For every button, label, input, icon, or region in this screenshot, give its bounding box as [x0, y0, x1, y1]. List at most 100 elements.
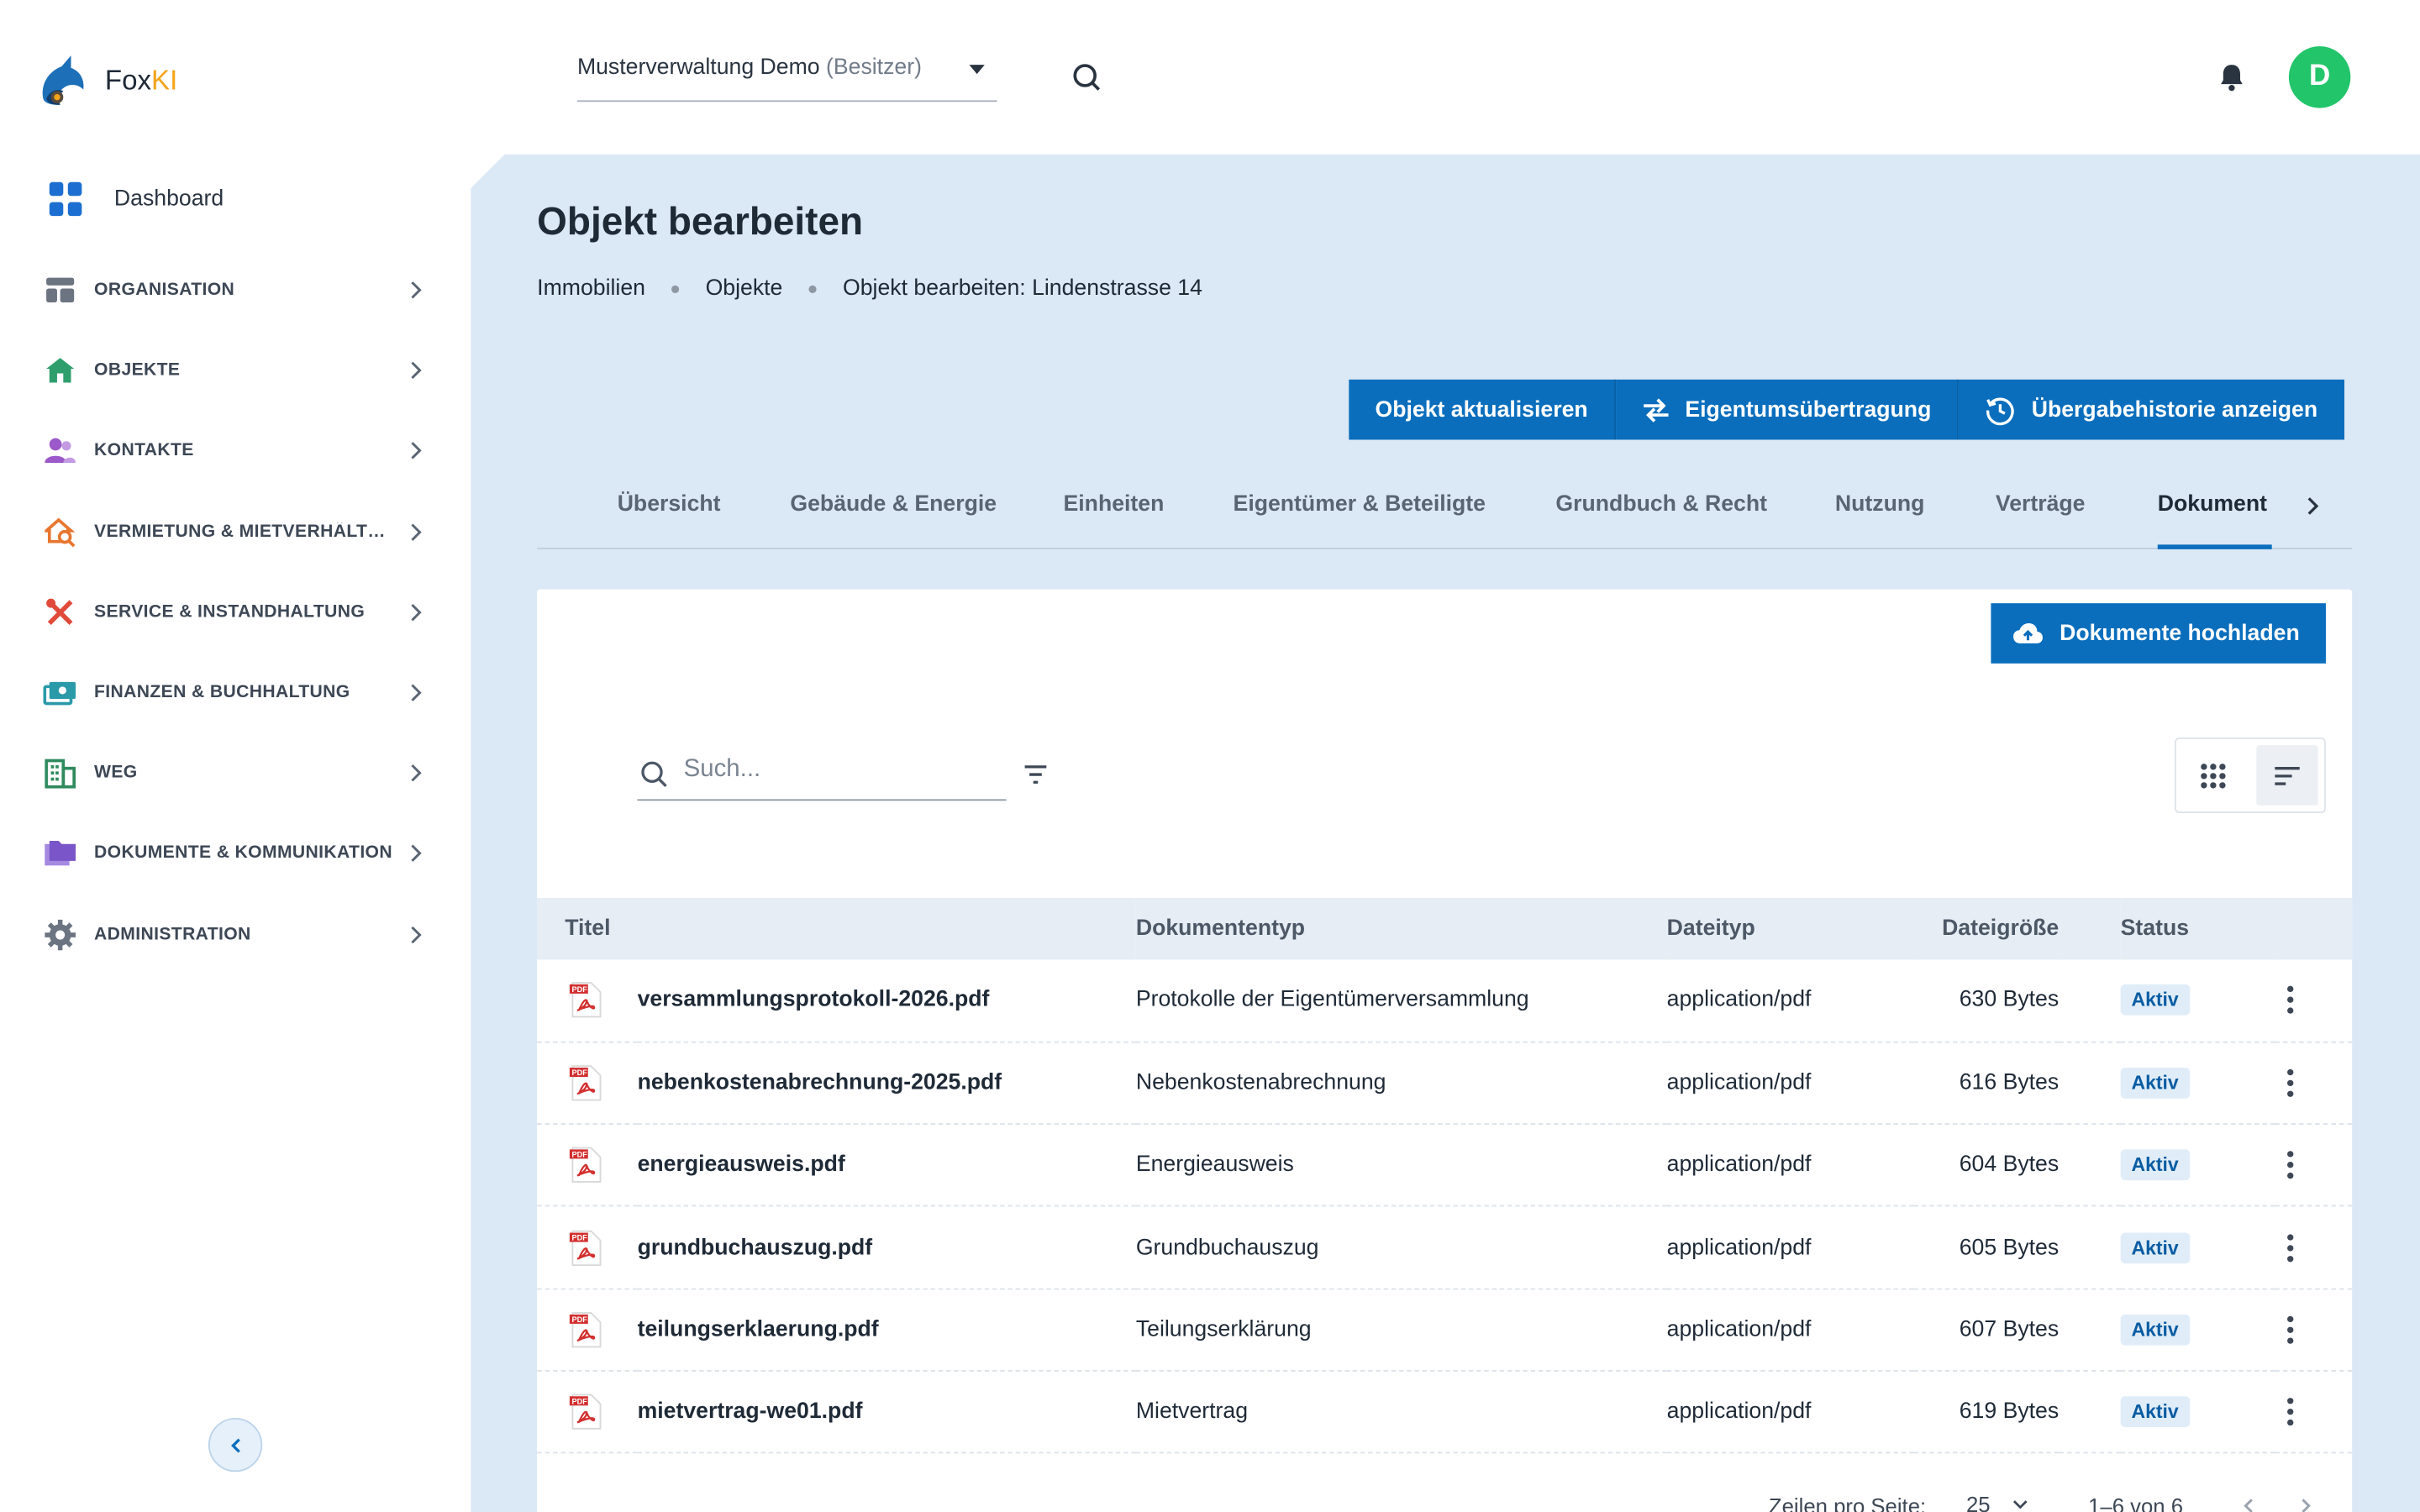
upload-documents-button[interactable]: Dokumente hochladen — [1990, 603, 2326, 664]
breadcrumb-current: Objekt bearbeiten: Lindenstrasse 14 — [843, 276, 1202, 302]
tab-einheiten[interactable]: Einheiten — [1064, 492, 1165, 517]
table-row[interactable]: PDF mietvertrag-we01.pdf Mietvertrag app… — [537, 1371, 2353, 1453]
grid-view-button[interactable] — [2182, 745, 2244, 806]
sidebar-nav: ORGANISATION OBJEKTE KONTAKTE VERMIETUNG… — [43, 250, 429, 975]
tab-eigentuemer[interactable]: Eigentümer & Beteiligte — [1234, 492, 1486, 517]
sidebar-item-organisation[interactable]: ORGANISATION — [43, 250, 429, 331]
list-view-button[interactable] — [2256, 745, 2318, 806]
row-menu-button[interactable] — [2275, 986, 2306, 1015]
sidebar-item-dashboard[interactable]: Dashboard — [49, 181, 224, 216]
handover-history-button[interactable]: Übergabehistorie anzeigen — [1959, 379, 2344, 440]
tab-gebaeude-energie[interactable]: Gebäude & Energie — [790, 492, 997, 517]
status-badge: Aktiv — [2120, 1067, 2190, 1099]
sidebar-item-label: SERVICE & INSTANDHALTUNG — [94, 602, 366, 622]
sidebar-item-kontakte[interactable]: KONTAKTE — [43, 411, 429, 491]
bell-icon[interactable] — [2215, 60, 2249, 94]
collapse-sidebar-button[interactable] — [208, 1417, 263, 1473]
document-size: 630 Bytes — [1959, 988, 2060, 1013]
table-row[interactable]: PDF energieausweis.pdf Energieausweis ap… — [537, 1124, 2353, 1207]
tab-vertraege[interactable]: Verträge — [1996, 492, 2086, 517]
chevron-right-icon — [411, 684, 422, 701]
status-badge: Aktiv — [2120, 984, 2190, 1016]
filter-icon[interactable] — [1022, 761, 1050, 789]
chevron-down-icon — [2012, 1500, 2027, 1509]
document-mime: application/pdf — [1666, 1152, 1812, 1178]
sidebar-item-weg[interactable]: WEG — [43, 733, 429, 814]
sidebar-item-dokumente[interactable]: DOKUMENTE & KOMMUNIKATION — [43, 814, 429, 895]
breadcrumb-item[interactable]: Objekte — [706, 276, 783, 301]
column-header-dateityp[interactable]: Dateityp — [1667, 898, 1914, 959]
status-badge: Aktiv — [2120, 1149, 2190, 1181]
pagination: Zeilen pro Seite: 25 1–6 von 6 — [537, 1484, 2352, 1512]
brand[interactable]: FoxKI — [37, 52, 177, 108]
document-title[interactable]: nebenkostenabrechnung-2025.pdf — [638, 1042, 1136, 1124]
sidebar-item-label: WEG — [94, 764, 138, 783]
documents-card: Dokumente hochladen Titel Dokumententyp — [537, 589, 2353, 1512]
row-menu-button[interactable] — [2275, 1151, 2306, 1179]
table-row[interactable]: PDF teilungserklaerung.pdf Teilungserklä… — [537, 1289, 2353, 1371]
document-title[interactable]: mietvertrag-we01.pdf — [638, 1371, 1136, 1453]
chevron-right-icon — [411, 764, 422, 782]
document-mime: application/pdf — [1666, 1070, 1812, 1095]
rows-per-page-select[interactable]: 25 — [1966, 1492, 2028, 1512]
document-title[interactable]: grundbuchauszug.pdf — [638, 1206, 1136, 1289]
organization-select[interactable]: Musterverwaltung Demo (Besitzer) — [576, 46, 997, 102]
column-header-dokumententyp[interactable]: Dokumententyp — [1136, 898, 1667, 959]
sidebar-item-label: VERMIETUNG & MIETVERHÄLTN... — [94, 522, 396, 542]
svg-text:PDF: PDF — [572, 1315, 588, 1324]
sidebar-item-label: Dashboard — [113, 186, 224, 212]
tab-nutzung[interactable]: Nutzung — [1835, 492, 1925, 517]
document-size: 607 Bytes — [1959, 1317, 2060, 1342]
column-header-dateigroesse[interactable]: Dateigröße — [1914, 898, 2059, 959]
sidebar-item-label: FINANZEN & BUCHHALTUNG — [94, 683, 350, 702]
sidebar-item-label: ADMINISTRATION — [94, 925, 251, 944]
row-menu-button[interactable] — [2275, 1233, 2306, 1262]
update-object-button[interactable]: Objekt aktualisieren — [1349, 379, 1616, 440]
svg-text:PDF: PDF — [572, 986, 588, 995]
cloud-upload-icon — [2012, 622, 2042, 643]
table-row[interactable]: PDF nebenkostenabrechnung-2025.pdf Neben… — [537, 1042, 2353, 1125]
document-title[interactable]: versammlungsprotokoll-2026.pdf — [638, 959, 1136, 1042]
page-title: Objekt bearbeiten — [537, 200, 864, 244]
sidebar-item-label: ORGANISATION — [94, 281, 235, 300]
status-badge: Aktiv — [2120, 1314, 2190, 1346]
tab-uebersicht[interactable]: Übersicht — [618, 492, 721, 517]
sidebar-item-finanzen[interactable]: FINANZEN & BUCHHALTUNG — [43, 653, 429, 733]
ownership-transfer-button[interactable]: Eigentumsübertragung — [1615, 379, 1960, 440]
search-input[interactable] — [683, 755, 993, 785]
pdf-file-icon: PDF — [569, 1147, 602, 1184]
caret-down-icon — [969, 65, 985, 75]
rows-per-page-label: Zeilen pro Seite: — [1768, 1493, 1927, 1512]
table-row[interactable]: PDF versammlungsprotokoll-2026.pdf Proto… — [537, 959, 2353, 1042]
pagination-range: 1–6 von 6 — [2088, 1493, 2184, 1512]
chevron-right-icon[interactable] — [2300, 494, 2324, 518]
search-icon[interactable] — [1070, 60, 1103, 94]
document-title[interactable]: teilungserklaerung.pdf — [638, 1289, 1136, 1371]
sidebar-item-administration[interactable]: ADMINISTRATION — [43, 894, 429, 974]
sidebar-item-objekte[interactable]: OBJEKTE — [43, 330, 429, 411]
row-menu-button[interactable] — [2275, 1068, 2306, 1097]
tab-dokument[interactable]: Dokument — [2158, 492, 2267, 517]
organization-select-value: Musterverwaltung Demo (Besitzer) — [576, 55, 922, 81]
avatar[interactable]: D — [2288, 46, 2351, 108]
row-menu-button[interactable] — [2275, 1315, 2306, 1344]
next-page-icon[interactable] — [2296, 1497, 2315, 1512]
previous-page-icon[interactable] — [2239, 1497, 2258, 1512]
svg-text:PDF: PDF — [572, 1068, 588, 1077]
sidebar-item-vermietung[interactable]: VERMIETUNG & MIETVERHÄLTN... — [43, 491, 429, 572]
document-title[interactable]: energieausweis.pdf — [638, 1124, 1136, 1206]
status-badge: Aktiv — [2120, 1396, 2190, 1428]
column-header-titel[interactable]: Titel — [537, 898, 1136, 959]
document-type: Mietvertrag — [1135, 1399, 1249, 1425]
breadcrumb-item[interactable]: Immobilien — [537, 276, 645, 301]
row-menu-button[interactable] — [2275, 1398, 2306, 1426]
sidebar-item-service[interactable]: SERVICE & INSTANDHALTUNG — [43, 572, 429, 653]
table-row[interactable]: PDF grundbuchauszug.pdf Grundbuchauszug … — [537, 1206, 2353, 1289]
column-header-status[interactable]: Status — [2121, 898, 2275, 959]
tools-icon — [43, 596, 76, 629]
tab-grundbuch[interactable]: Grundbuch & Recht — [1555, 492, 1767, 517]
sidebar: FoxKI Dashboard ORGANISATION OBJEKTE KON… — [0, 0, 471, 1512]
document-size: 604 Bytes — [1959, 1152, 2060, 1178]
history-icon — [1986, 396, 2015, 425]
breadcrumb-separator — [808, 284, 817, 293]
